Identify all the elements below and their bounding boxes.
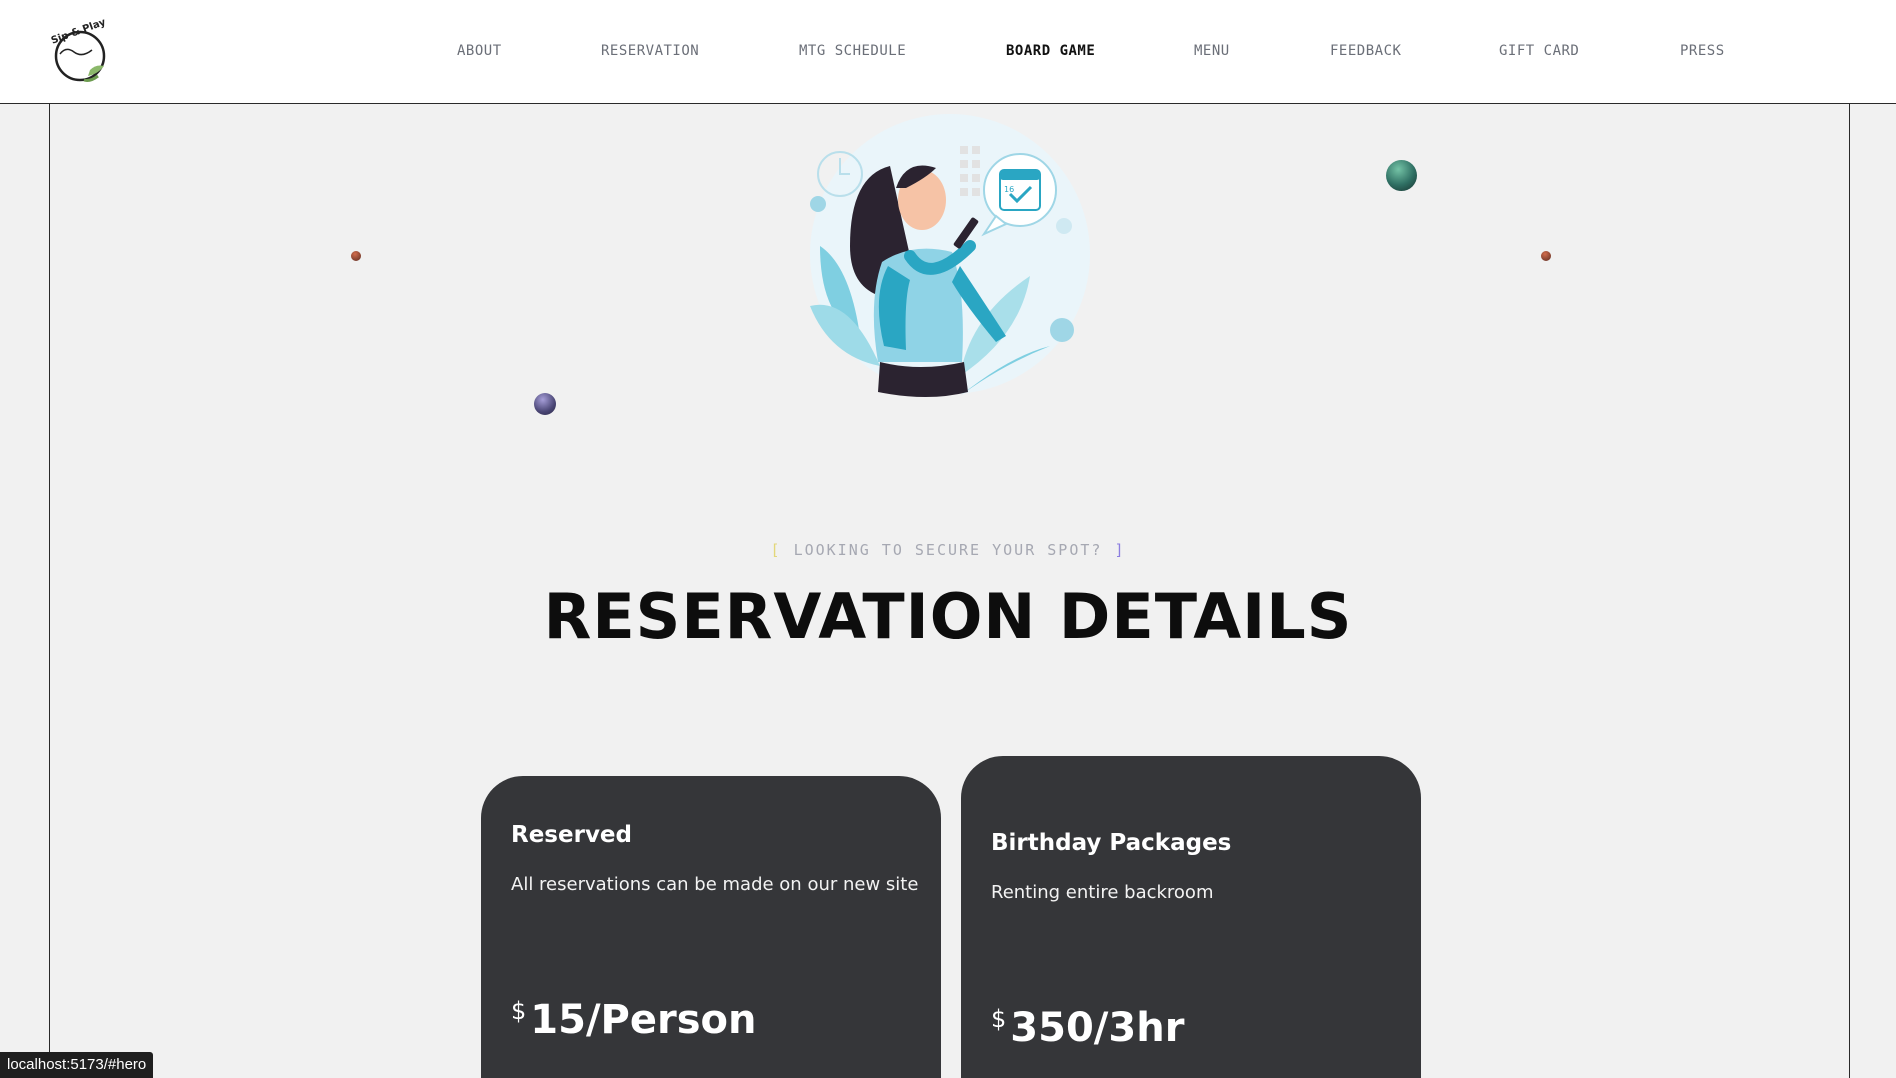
card-title: Reserved xyxy=(511,822,632,848)
decorative-sphere-teal xyxy=(1386,160,1417,191)
eyebrow-text: LOOKING TO SECURE YOUR SPOT? xyxy=(793,541,1103,559)
card-description: All reservations can be made on our new … xyxy=(511,874,919,895)
section-eyebrow: [ LOOKING TO SECURE YOUR SPOT?] xyxy=(0,541,1896,559)
site-header: Sip & Play ABOUT RESERVATION MTG SCHEDUL… xyxy=(0,0,1896,104)
price-value: 15/Person xyxy=(530,997,757,1043)
woman-with-phone-illustration: 16 xyxy=(810,114,1090,397)
link-status-bar: localhost:5173/#hero xyxy=(0,1052,154,1078)
pricing-card-birthday[interactable]: Birthday Packages Renting entire backroo… xyxy=(961,756,1421,1078)
currency-symbol: $ xyxy=(511,997,527,1025)
decorative-sphere-brown-right xyxy=(1541,251,1551,261)
nav-mtg-schedule[interactable]: MTG SCHEDULE xyxy=(799,43,906,59)
eyebrow-bracket-right: ] xyxy=(1114,541,1126,559)
section-title: RESERVATION DETAILS xyxy=(543,580,1353,653)
hero-illustration: 16 xyxy=(800,106,1100,406)
nav-board-game[interactable]: BOARD GAME xyxy=(1006,43,1095,59)
currency-symbol: $ xyxy=(991,1005,1007,1033)
card-price: $15/Person xyxy=(511,997,757,1043)
nav-menu[interactable]: MENU xyxy=(1194,43,1230,59)
eyebrow-bracket-left: [ xyxy=(770,541,782,559)
card-description: Renting entire backroom xyxy=(991,882,1214,903)
card-price: $350/3hr xyxy=(991,1005,1184,1051)
calendar-day: 16 xyxy=(1004,185,1014,194)
decorative-sphere-purple xyxy=(534,393,556,415)
decorative-sphere-brown-left xyxy=(351,251,361,261)
nav-gift-card[interactable]: GIFT CARD xyxy=(1499,43,1579,59)
nav-about[interactable]: ABOUT xyxy=(457,43,502,59)
price-value: 350/3hr xyxy=(1010,1005,1185,1051)
card-title: Birthday Packages xyxy=(991,830,1232,856)
main-nav: ABOUT RESERVATION MTG SCHEDULE BOARD GAM… xyxy=(0,0,1896,104)
nav-feedback[interactable]: FEEDBACK xyxy=(1330,43,1401,59)
nav-press[interactable]: PRESS xyxy=(1680,43,1725,59)
nav-reservation[interactable]: RESERVATION xyxy=(601,43,699,59)
pricing-card-reserved[interactable]: Reserved All reservations can be made on… xyxy=(481,776,941,1078)
